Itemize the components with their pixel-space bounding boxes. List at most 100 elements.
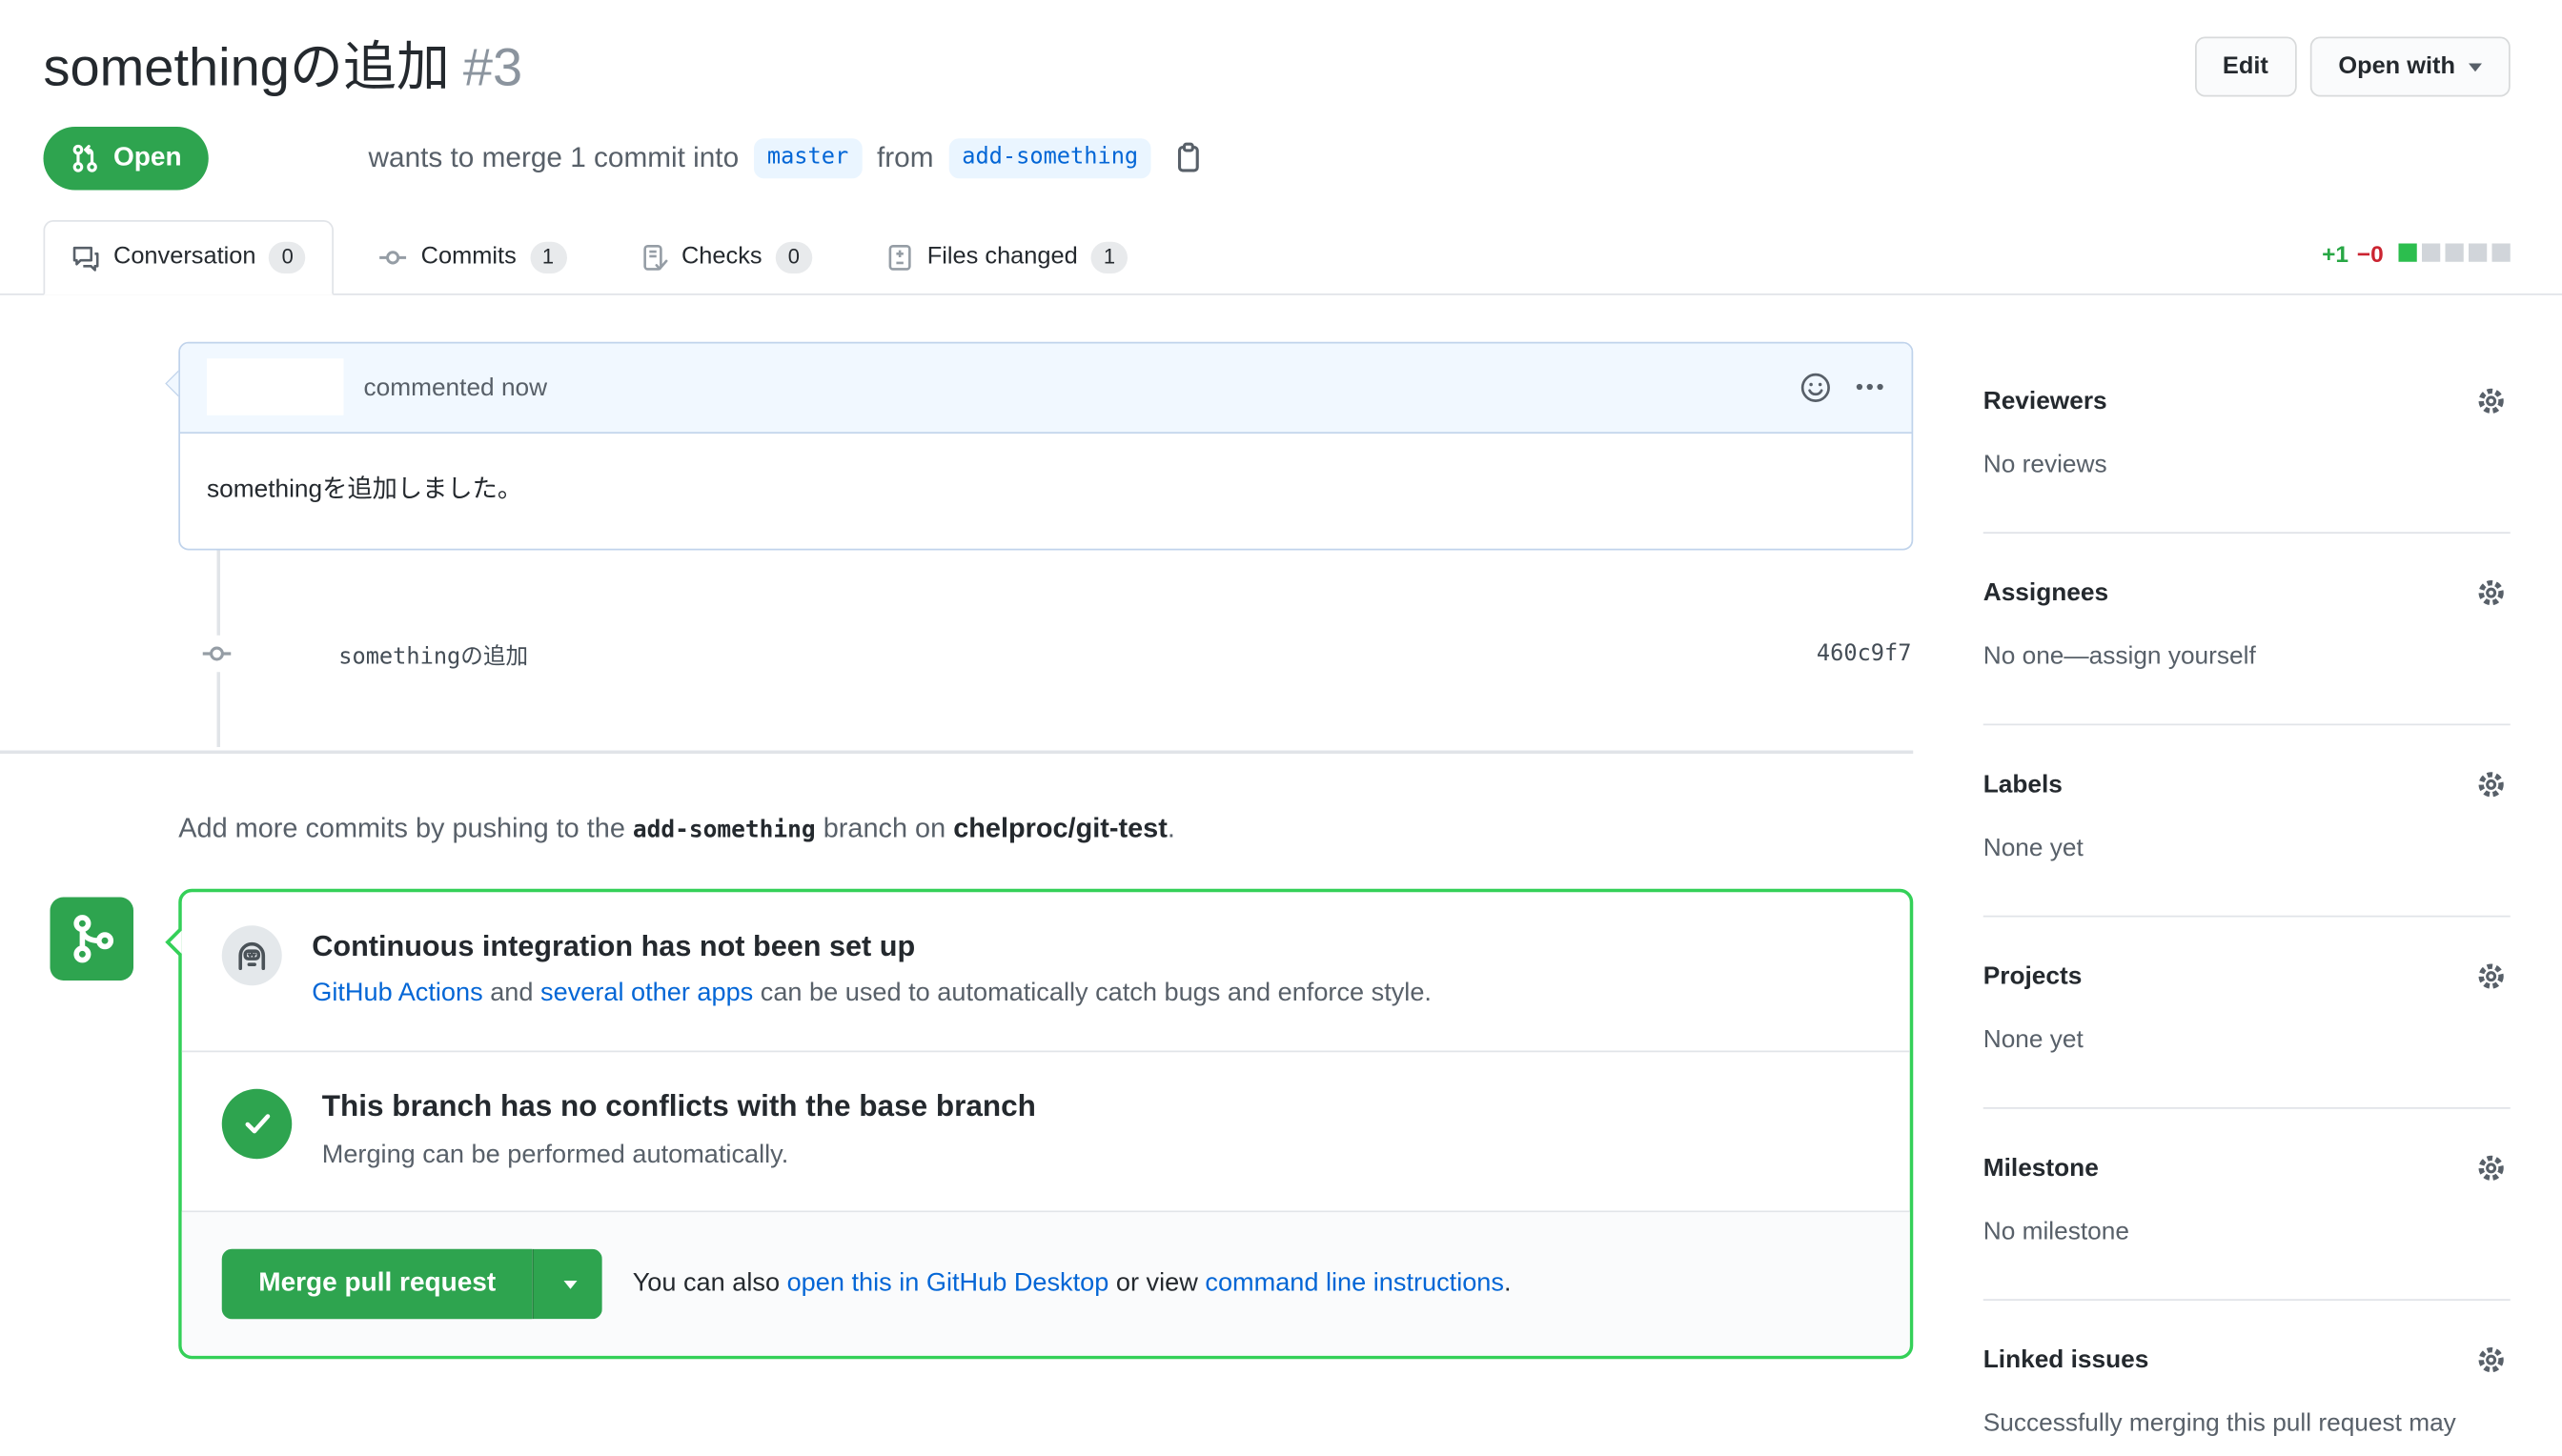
- git-commit-icon: [202, 635, 233, 672]
- other-apps-link[interactable]: several other apps: [540, 980, 753, 1008]
- footer-prefix: You can also: [633, 1270, 780, 1299]
- push-note-middle: branch on: [824, 814, 946, 844]
- sidebar-value: No one—assign yourself: [1983, 638, 2511, 674]
- sidebar-title[interactable]: Labels: [1983, 770, 2063, 799]
- base-branch-label[interactable]: master: [754, 139, 862, 178]
- gear-icon[interactable]: [2475, 1344, 2507, 1375]
- tab-label: Files changed: [927, 242, 1078, 273]
- footer-suffix: .: [1504, 1270, 1512, 1299]
- gear-icon[interactable]: [2475, 385, 2507, 416]
- command-line-link[interactable]: command line instructions: [1205, 1270, 1504, 1299]
- commit-row: somethingの追加 460c9f7: [0, 637, 1913, 670]
- comment-discussion-icon: [71, 243, 100, 272]
- git-pull-request-icon: [71, 144, 101, 174]
- tab-counter: 1: [1091, 242, 1128, 273]
- merge-options-button[interactable]: [533, 1250, 603, 1321]
- sidebar-section-milestone: Milestone No milestone: [1983, 1108, 2511, 1300]
- comment-header: commented now: [180, 343, 1912, 434]
- timeline-divider: [0, 750, 1913, 754]
- diffstat-deletions: −0: [2357, 240, 2384, 267]
- push-note-repo: chelproc/git-test: [953, 814, 1168, 844]
- sidebar-value: Successfully merging this pull request m…: [1983, 1405, 2511, 1441]
- diffstat-additions: +1: [2322, 240, 2348, 267]
- sidebar-title[interactable]: Reviewers: [1983, 387, 2107, 415]
- git-merge-icon: [51, 897, 134, 981]
- gear-icon[interactable]: [2475, 961, 2507, 992]
- redacted-author-name: [207, 359, 344, 416]
- pr-header: somethingの追加#3 Edit Open with Open wan: [0, 0, 2562, 191]
- bot-icon: [222, 925, 282, 985]
- tab-conversation[interactable]: Conversation 0: [44, 220, 335, 294]
- pr-meta: wants to merge 1 commit into master from…: [369, 139, 1206, 178]
- pr-state-badge: Open: [44, 127, 209, 191]
- diffstat-block: [2422, 244, 2440, 262]
- diffstat-block: [2446, 244, 2464, 262]
- sidebar-value: No reviews: [1983, 447, 2511, 482]
- open-with-label: Open with: [2338, 51, 2455, 85]
- head-branch-label[interactable]: add-something: [948, 139, 1151, 178]
- merge-box: Continuous integration has not been set …: [178, 888, 1913, 1360]
- sidebar-title[interactable]: Milestone: [1983, 1154, 2099, 1183]
- check-icon: [222, 1088, 293, 1159]
- pr-tabbar: Conversation 0 Commits 1 Checks 0: [0, 220, 2562, 294]
- ci-subtitle: GitHub Actions and several other apps ca…: [312, 976, 1432, 1013]
- mergeability-title: This branch has no conflicts with the ba…: [322, 1085, 1036, 1127]
- push-note-branch: add-something: [633, 817, 816, 843]
- ci-title: Continuous integration has not been set …: [312, 925, 1432, 966]
- open-with-button[interactable]: Open with: [2310, 37, 2511, 98]
- comment-header-text: commented now: [364, 374, 548, 402]
- sidebar-section-reviewers: Reviewers No reviews: [1983, 341, 2511, 533]
- push-note-suffix: .: [1168, 814, 1175, 844]
- merge-pull-request-button[interactable]: Merge pull request: [222, 1250, 533, 1321]
- comment-body: somethingを追加しました。: [180, 434, 1912, 549]
- meta-middle: from: [877, 142, 934, 175]
- sidebar-title[interactable]: Linked issues: [1983, 1345, 2149, 1374]
- gear-icon[interactable]: [2475, 1152, 2507, 1183]
- tab-label: Commits: [421, 242, 517, 273]
- timeline-commits: somethingの追加 460c9f7: [0, 550, 1913, 750]
- edit-button[interactable]: Edit: [2194, 37, 2296, 98]
- sidebar-section-projects: Projects None yet: [1983, 917, 2511, 1108]
- pr-state-label: Open: [113, 145, 182, 172]
- sidebar-title[interactable]: Assignees: [1983, 578, 2108, 607]
- merge-footer: Merge pull request You can also open thi…: [182, 1211, 1910, 1356]
- footer-mid: or view: [1116, 1270, 1198, 1299]
- tab-label: Checks: [681, 242, 762, 273]
- kebab-horizontal-icon[interactable]: [1855, 373, 1885, 403]
- diffstat: +1 −0: [2322, 240, 2511, 267]
- tab-files-changed[interactable]: Files changed 1: [857, 220, 1156, 294]
- tab-counter: 0: [776, 242, 812, 273]
- pr-number: #3: [463, 37, 522, 97]
- clipboard-icon[interactable]: [1173, 143, 1205, 174]
- tab-counter: 1: [530, 242, 566, 273]
- commit-message[interactable]: somethingの追加: [338, 637, 528, 670]
- ci-section: Continuous integration has not been set …: [182, 892, 1910, 1050]
- diffstat-block: [2399, 244, 2417, 262]
- file-diff-icon: [885, 243, 914, 272]
- diffstat-block: [2469, 244, 2487, 262]
- sidebar-section-linked-issues: Linked issues Successfully merging this …: [1983, 1301, 2511, 1456]
- ci-text-mid: and: [490, 980, 533, 1008]
- gear-icon[interactable]: [2475, 576, 2507, 608]
- github-actions-link[interactable]: GitHub Actions: [312, 980, 482, 1008]
- sidebar-title[interactable]: Projects: [1983, 961, 2083, 990]
- smiley-icon[interactable]: [1800, 372, 1831, 403]
- gear-icon[interactable]: [2475, 768, 2507, 799]
- push-note: Add more commits by pushing to the add-s…: [178, 814, 1913, 845]
- checklist-icon: [640, 243, 668, 272]
- pull-request-page: somethingの追加#3 Edit Open with Open wan: [0, 0, 2562, 1456]
- sidebar-value: No milestone: [1983, 1214, 2511, 1249]
- tab-commits[interactable]: Commits 1: [351, 220, 595, 294]
- chevron-down-icon: [2469, 63, 2482, 71]
- meta-prefix: wants to merge 1 commit into: [369, 142, 740, 175]
- github-desktop-link[interactable]: open this in GitHub Desktop: [787, 1270, 1109, 1299]
- diffstat-block: [2492, 244, 2511, 262]
- discussion-timeline: commented now: [0, 294, 1913, 1360]
- ci-text-rest: can be used to automatically catch bugs …: [761, 980, 1432, 1008]
- tab-checks[interactable]: Checks 0: [611, 220, 840, 294]
- commit-sha[interactable]: 460c9f7: [1817, 640, 1912, 667]
- tab-label: Conversation: [113, 242, 256, 273]
- page-title: somethingの追加#3: [44, 33, 523, 100]
- merge-footer-text: You can also open this in GitHub Desktop…: [633, 1270, 1512, 1301]
- chevron-down-icon: [563, 1281, 577, 1289]
